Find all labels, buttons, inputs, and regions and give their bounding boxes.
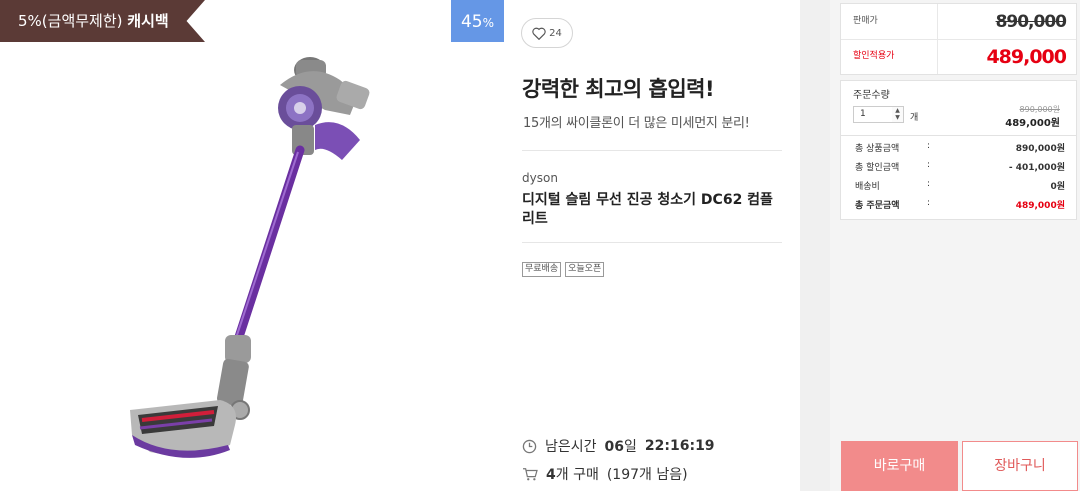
purchase-count: 4개 구매 (197개 남음) [522,464,688,484]
line-sale-price: 489,000원 [1005,118,1060,129]
summary-key: 총 상품금액 [855,144,900,154]
original-price: 890,000 [995,12,1067,32]
panel-gutter [800,0,830,491]
sold-count: 4 [546,467,556,483]
summary-row-discount: 총 할인금액 : - 401,000원 [855,160,1065,174]
cashback-strong: 캐시백 [127,12,169,30]
like-button[interactable]: 24 [521,18,573,48]
original-price-label: 판매가 [841,4,938,39]
summary-sep: : [927,198,931,208]
summary-key: 총 할인금액 [855,163,900,173]
quantity-unit: 개 [910,113,919,123]
product-name: 디지털 슬림 무선 진공 청소기 DC62 컴플리트 [522,192,773,227]
clock-icon [522,439,537,453]
time-remaining: 남은시간 06일 22:16:19 [522,436,715,456]
original-price-row: 판매가 890,000 [841,4,1076,40]
price-table: 판매가 890,000 할인적용가 489,000 [840,3,1077,75]
timer-time: 22:16:19 [644,438,715,454]
summary-key: 총 주문금액 [855,201,900,211]
cashback-banner: 5%(금액무제한) 캐시백 [0,0,205,42]
discount-unit: % [482,16,495,30]
like-count: 24 [549,27,562,39]
buy-now-button[interactable]: 바로구매 [841,441,958,491]
product-photo [130,57,370,458]
sale-price: 489,000 [986,46,1067,68]
discount-value: 45 [460,12,483,32]
sale-price-row: 할인적용가 489,000 [841,39,1076,74]
summary-sep: : [927,160,931,170]
summary-row-subtotal: 총 상품금액 : 890,000원 [855,141,1065,155]
tag-free-shipping: 무료배송 [522,262,562,277]
summary-value: - 401,000원 [1008,163,1065,173]
discount-badge: 45% [451,0,504,42]
sold-unit: 개 구매 [555,467,599,483]
sale-price-label: 할인적용가 [841,39,938,74]
heart-icon [532,27,546,40]
summary-row-total: 총 주문금액 : 489,000원 [855,198,1065,212]
cart-icon [523,468,538,481]
timer-day-unit: 일 [624,439,637,455]
product-headline: 강력한 최고의 흡입력! [522,77,715,101]
summary-sep: : [927,141,931,151]
summary-value: 890,000원 [1015,144,1065,154]
summary-key: 배송비 [855,182,880,192]
timer-days: 06 [604,439,625,455]
quantity-title: 주문수량 [853,90,890,101]
summary-sep: : [927,179,931,189]
cashback-prefix: 5%(금액무제한) [18,12,123,30]
brand-name[interactable]: dyson [522,171,558,185]
product-subline: 15개의 싸이클론이 더 많은 미세먼지 분리! [523,116,750,131]
timer-label: 남은시간 [545,439,597,455]
divider [522,150,782,151]
tag-today-open: 오늘오픈 [565,262,605,277]
summary-value: 489,000원 [1015,201,1065,211]
tag-list: 무료배송 오늘오픈 [522,262,605,277]
sold-remaining: (197개 남음) [606,467,688,483]
divider [522,242,782,243]
add-to-cart-button[interactable]: 장바구니 [962,441,1078,491]
quantity-input[interactable]: 1 [853,106,893,123]
summary-value: 0원 [1050,182,1065,192]
summary-row-shipping: 배송비 : 0원 [855,179,1065,193]
quantity-stepper[interactable]: ▲ ▼ [892,106,904,123]
